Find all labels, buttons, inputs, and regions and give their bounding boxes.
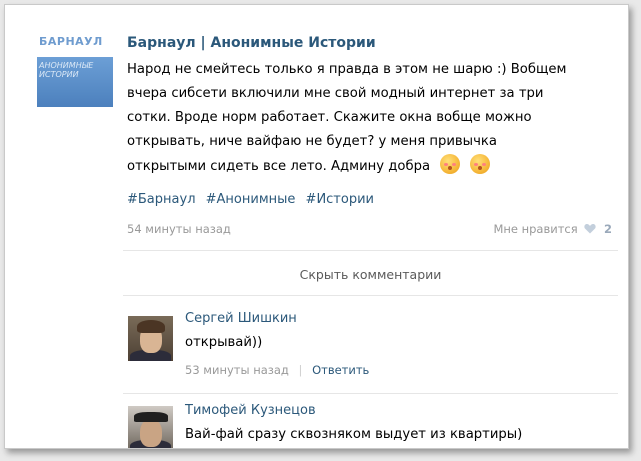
divider: [123, 250, 618, 251]
post-text: Народ не смейтесь только я правда в этом…: [127, 58, 597, 179]
like-button[interactable]: Мне нравится 2: [493, 222, 612, 236]
hashtag-link[interactable]: #Анонимные: [206, 192, 296, 207]
post-text-line: вчера сибсети включили мне свой модный и…: [127, 86, 544, 101]
post-text-line: сотки. Вроде норм работает. Скажите окна…: [127, 110, 532, 125]
heart-icon: [584, 224, 596, 234]
group-name-link[interactable]: Барнаул | Анонимные Истории: [127, 35, 376, 51]
comment-author-link[interactable]: Тимофей Кузнецов: [185, 403, 316, 418]
post-text-line: открывать, ниче вайфаю не будет? у меня …: [127, 134, 497, 149]
hashtags: #Барнаул #Анонимные #Истории: [127, 192, 380, 207]
hashtag-link[interactable]: #Барнаул: [127, 192, 196, 207]
like-count: 2: [603, 222, 612, 236]
group-avatar-subtitle: АНОНИМНЫЕ ИСТОРИИ: [39, 61, 94, 79]
like-label: Мне нравится: [493, 222, 578, 236]
kissing-face-icon: [440, 154, 461, 174]
post-text-line: открытыми сидеть все лето. Админу добра: [127, 159, 431, 174]
post-card: БАРНАУЛ АНОНИМНЫЕ ИСТОРИИ Барнаул | Анон…: [4, 4, 629, 449]
divider: [123, 295, 618, 296]
group-avatar[interactable]: БАРНАУЛ АНОНИМНЫЕ ИСТОРИИ: [37, 31, 113, 107]
comment-author-link[interactable]: Сергей Шишкин: [185, 311, 297, 326]
meta-separator: |: [298, 363, 303, 377]
divider: [123, 393, 618, 394]
avatar[interactable]: [128, 316, 173, 361]
comment-timestamp[interactable]: 53 минуты назад: [185, 363, 289, 377]
hide-comments-link[interactable]: Скрыть комментарии: [123, 267, 618, 282]
kissing-face-icon: [470, 154, 491, 174]
group-avatar-title: БАРНАУЛ: [39, 35, 103, 48]
post-text-line-last: открытыми сидеть все лето. Админу добра: [127, 154, 597, 179]
comment-text: Вай-фай сразу сквозняком выдует из кварт…: [185, 427, 523, 442]
comment-meta: 53 минуты назад | Ответить: [185, 363, 369, 377]
post-timestamp[interactable]: 54 минуты назад: [127, 222, 231, 236]
comment-text: открывай)): [185, 335, 263, 350]
avatar[interactable]: [128, 406, 173, 448]
reply-button[interactable]: Ответить: [312, 363, 369, 377]
hashtag-link[interactable]: #Истории: [306, 192, 374, 207]
post-text-line: Народ не смейтесь только я правда в этом…: [127, 62, 567, 77]
